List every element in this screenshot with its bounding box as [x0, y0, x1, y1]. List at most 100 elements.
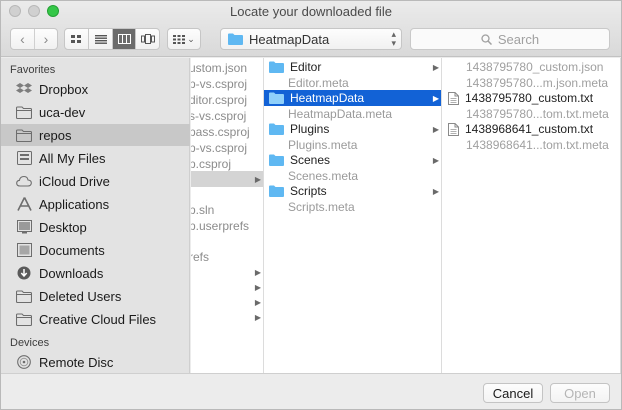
search-field[interactable]: Search [410, 28, 610, 50]
sidebar-item-label: Downloads [39, 265, 104, 281]
all-files-icon [16, 151, 32, 165]
list-item[interactable]: p.sln [191, 202, 263, 218]
folder-icon [269, 123, 284, 135]
folder-icon [228, 33, 243, 45]
arrange-button[interactable]: ⌄ [167, 28, 201, 50]
sidebar-item-label: Creative Cloud Files [39, 311, 157, 327]
devices-heading: Devices [10, 337, 50, 349]
list-view-icon [94, 34, 107, 44]
list-item[interactable]: p-vs.csproj [191, 76, 263, 92]
icon-view-button[interactable] [65, 29, 88, 49]
folder-icon [16, 128, 32, 142]
documents-icon [16, 243, 32, 257]
chevron-right-icon: ▶ [254, 174, 261, 184]
list-item[interactable]: p.csproj [191, 156, 263, 172]
chevron-down-icon: ⌄ [187, 33, 195, 44]
file-row[interactable]: 1438968641_custom.txt [442, 121, 620, 137]
sidebar-item-downloads[interactable]: Downloads [1, 262, 190, 284]
path-popup[interactable]: HeatmapData ▴ ▾ [220, 28, 402, 50]
title-bar: Locate your downloaded file ‹ › ⌄ Heatma… [1, 1, 621, 57]
list-item[interactable]: ▶ [191, 279, 263, 295]
list-item[interactable] [191, 187, 263, 203]
sidebar-item-dropbox[interactable]: Dropbox [1, 78, 190, 100]
folder-icon [269, 185, 284, 197]
favorites-heading: Favorites [10, 64, 56, 76]
list-item[interactable]: ditor.csproj [191, 92, 263, 108]
window-title: Locate your downloaded file [230, 4, 392, 19]
file-row[interactable]: 1438795780_custom.json [442, 59, 620, 75]
chevron-right-icon: ▶ [432, 186, 439, 196]
sidebar-item-creative-cloud-files[interactable]: Creative Cloud Files [1, 308, 190, 330]
list-item[interactable]: ▶ [191, 309, 263, 325]
cover-flow-view-button[interactable] [135, 29, 159, 49]
list-item[interactable]: ▶ [191, 264, 263, 280]
sidebar-item-applications[interactable]: Applications [1, 193, 190, 215]
chevron-right-icon: ▶ [254, 267, 261, 277]
column-view-button[interactable] [111, 29, 136, 49]
sidebar-item-deleted-users[interactable]: Deleted Users [1, 285, 190, 307]
icon-view-icon [71, 34, 82, 43]
file-row-scenes-meta[interactable]: Scenes.meta [264, 168, 441, 184]
sidebar-item-all-my-files[interactable]: All My Files [1, 147, 190, 169]
sidebar-item-remote-disc[interactable]: Remote Disc [1, 351, 190, 373]
list-item[interactable]: p.userprefs [191, 218, 263, 234]
chevron-right-icon: ▶ [254, 282, 261, 292]
folder-row-editor[interactable]: Editor ▶ [264, 59, 441, 75]
forward-button[interactable]: › [33, 29, 57, 49]
sidebar-item-label: Applications [39, 196, 110, 212]
sidebar-item-uca-dev[interactable]: uca-dev [1, 101, 190, 123]
updown-chevron-icon: ▴ ▾ [391, 29, 396, 48]
sidebar-item-label: Remote Disc [39, 354, 114, 370]
file-row-editor-meta[interactable]: Editor.meta [264, 75, 441, 91]
file-row-heatmapdata-meta[interactable]: HeatmapData.meta [264, 106, 441, 122]
folder-row-plugins[interactable]: Plugins ▶ [264, 121, 441, 137]
sidebar-item-icloud-drive[interactable]: iCloud Drive [1, 170, 190, 192]
file-row-plugins-meta[interactable]: Plugins.meta [264, 137, 441, 153]
file-row[interactable]: 1438968641...tom.txt.meta [442, 137, 620, 153]
sidebar-item-desktop[interactable]: Desktop [1, 216, 190, 238]
back-forward-control: ‹ › [10, 28, 58, 50]
browser-column-1: ustom.json p-vs.csproj ditor.csproj s-vs… [191, 58, 264, 373]
list-item[interactable]: ustom.json [191, 60, 263, 76]
file-row[interactable]: 1438795780_custom.txt [442, 90, 620, 106]
cover-flow-view-icon [140, 34, 155, 44]
list-item[interactable]: ▶ [191, 294, 263, 310]
path-popup-label: HeatmapData [249, 31, 330, 47]
disc-icon [16, 355, 32, 369]
file-open-dialog: Locate your downloaded file ‹ › ⌄ Heatma… [0, 0, 622, 410]
back-button[interactable]: ‹ [11, 29, 34, 49]
list-view-button[interactable] [88, 29, 112, 49]
dialog-footer: Cancel Open [1, 373, 621, 409]
file-row-scripts-meta[interactable]: Scripts.meta [264, 199, 441, 215]
chevron-right-icon: ▶ [432, 93, 439, 103]
chevron-right-icon: ▶ [254, 297, 261, 307]
chevron-right-icon: ▶ [432, 124, 439, 134]
folder-row-scripts[interactable]: Scripts ▶ [264, 183, 441, 199]
list-item[interactable]: refs [191, 249, 263, 265]
sidebar-item-documents[interactable]: Documents [1, 239, 190, 261]
sidebar-item-label: All My Files [39, 150, 106, 166]
list-item[interactable]: pass.csproj [191, 124, 263, 140]
sidebar-item-label: Dropbox [39, 81, 89, 97]
sidebar-item-repos[interactable]: repos [1, 124, 190, 146]
text-document-icon [448, 91, 459, 105]
folder-icon [16, 289, 32, 303]
file-row[interactable]: 1438795780...m.json.meta [442, 75, 620, 91]
chevron-right-icon: ▶ [254, 312, 261, 322]
downloads-icon [16, 266, 32, 280]
chevron-left-icon: ‹ [20, 31, 25, 47]
folder-row-heatmapdata[interactable]: HeatmapData ▶ [264, 90, 441, 106]
list-item-selected[interactable]: ▶ [191, 171, 263, 187]
folder-row-scenes[interactable]: Scenes ▶ [264, 152, 441, 168]
list-item[interactable]: s-vs.csproj [191, 108, 263, 124]
list-item[interactable]: p-vs.csproj [191, 140, 263, 156]
folder-icon [16, 105, 32, 119]
sidebar-item-label: Deleted Users [39, 288, 122, 304]
chevron-right-icon: › [43, 31, 49, 47]
list-item[interactable] [191, 234, 263, 250]
open-button[interactable]: Open [550, 383, 610, 403]
cancel-button[interactable]: Cancel [483, 383, 543, 403]
desktop-icon [16, 220, 32, 234]
file-row[interactable]: 1438795780...tom.txt.meta [442, 106, 620, 122]
folder-icon [269, 61, 284, 73]
